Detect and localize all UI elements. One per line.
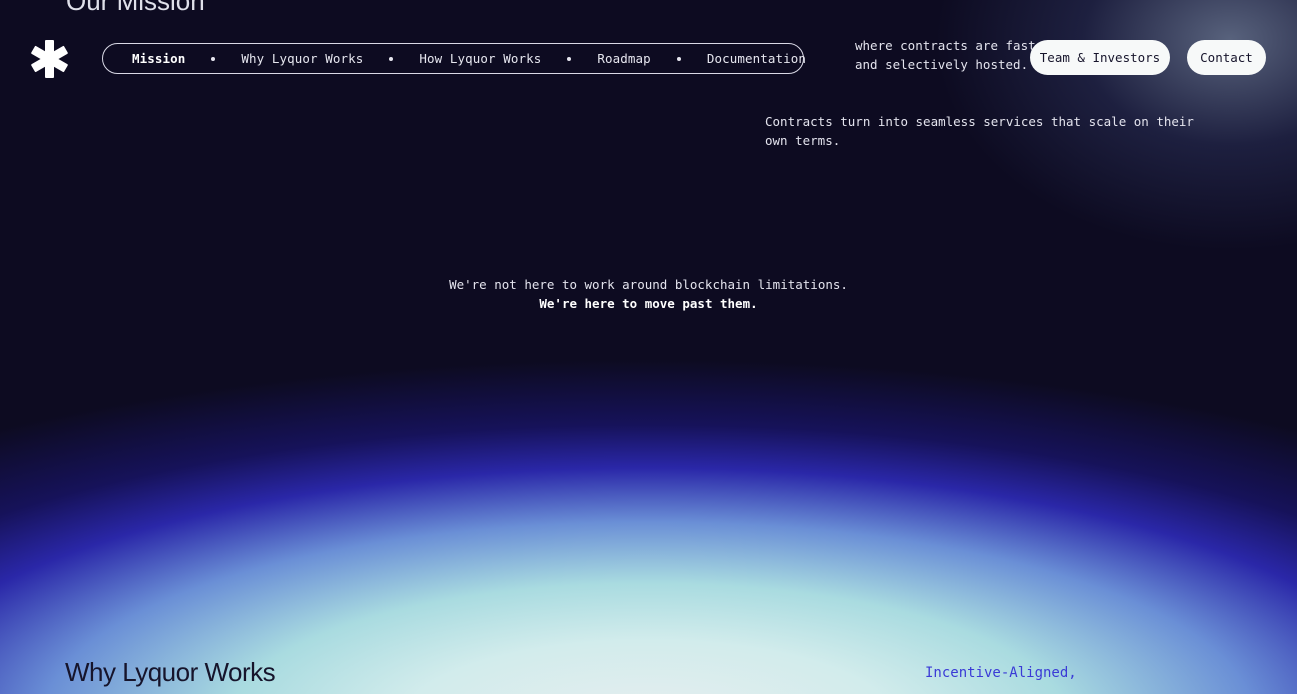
nav-item-why-lyquor-works[interactable]: Why Lyquor Works — [241, 51, 363, 66]
nav-separator-dot — [676, 56, 681, 61]
section-title-partial: Our Mission — [66, 0, 205, 16]
nav-item-how-lyquor-works[interactable]: How Lyquor Works — [419, 51, 541, 66]
sub-tagline: Contracts turn into seamless services th… — [765, 114, 1194, 148]
hero-tagline: where contracts are fast and selectively… — [855, 37, 1036, 74]
section-heading: Why Lyquor Works — [65, 657, 276, 687]
nav-item-documentation[interactable]: Documentation — [707, 51, 806, 66]
main-nav: Mission Why Lyquor Works How Lyquor Work… — [102, 43, 806, 74]
asterisk-logo-icon[interactable] — [28, 40, 70, 78]
nav-separator-dot — [567, 56, 572, 61]
background-gradient — [0, 0, 1297, 694]
nav-separator-dot — [389, 56, 394, 61]
hero-tagline-line-1: where contracts are fast — [855, 38, 1036, 53]
team-investors-button[interactable]: Team & Investors — [1030, 40, 1170, 75]
contact-button[interactable]: Contact — [1187, 40, 1266, 75]
section-feature-label: Incentive-Aligned, — [925, 665, 1077, 681]
nav-item-mission[interactable]: Mission — [132, 51, 185, 66]
hero-tagline-line-2: and selectively hosted. — [855, 56, 1029, 72]
mission-statement-line-2: We're here to move past them. — [539, 295, 758, 311]
mission-statement-line-1: We're not here to work around blockchain… — [449, 277, 848, 292]
mission-statement: We're not here to work around blockchain… — [0, 276, 1297, 313]
nav-item-roadmap[interactable]: Roadmap — [597, 51, 650, 66]
nav-separator-dot — [211, 56, 216, 61]
